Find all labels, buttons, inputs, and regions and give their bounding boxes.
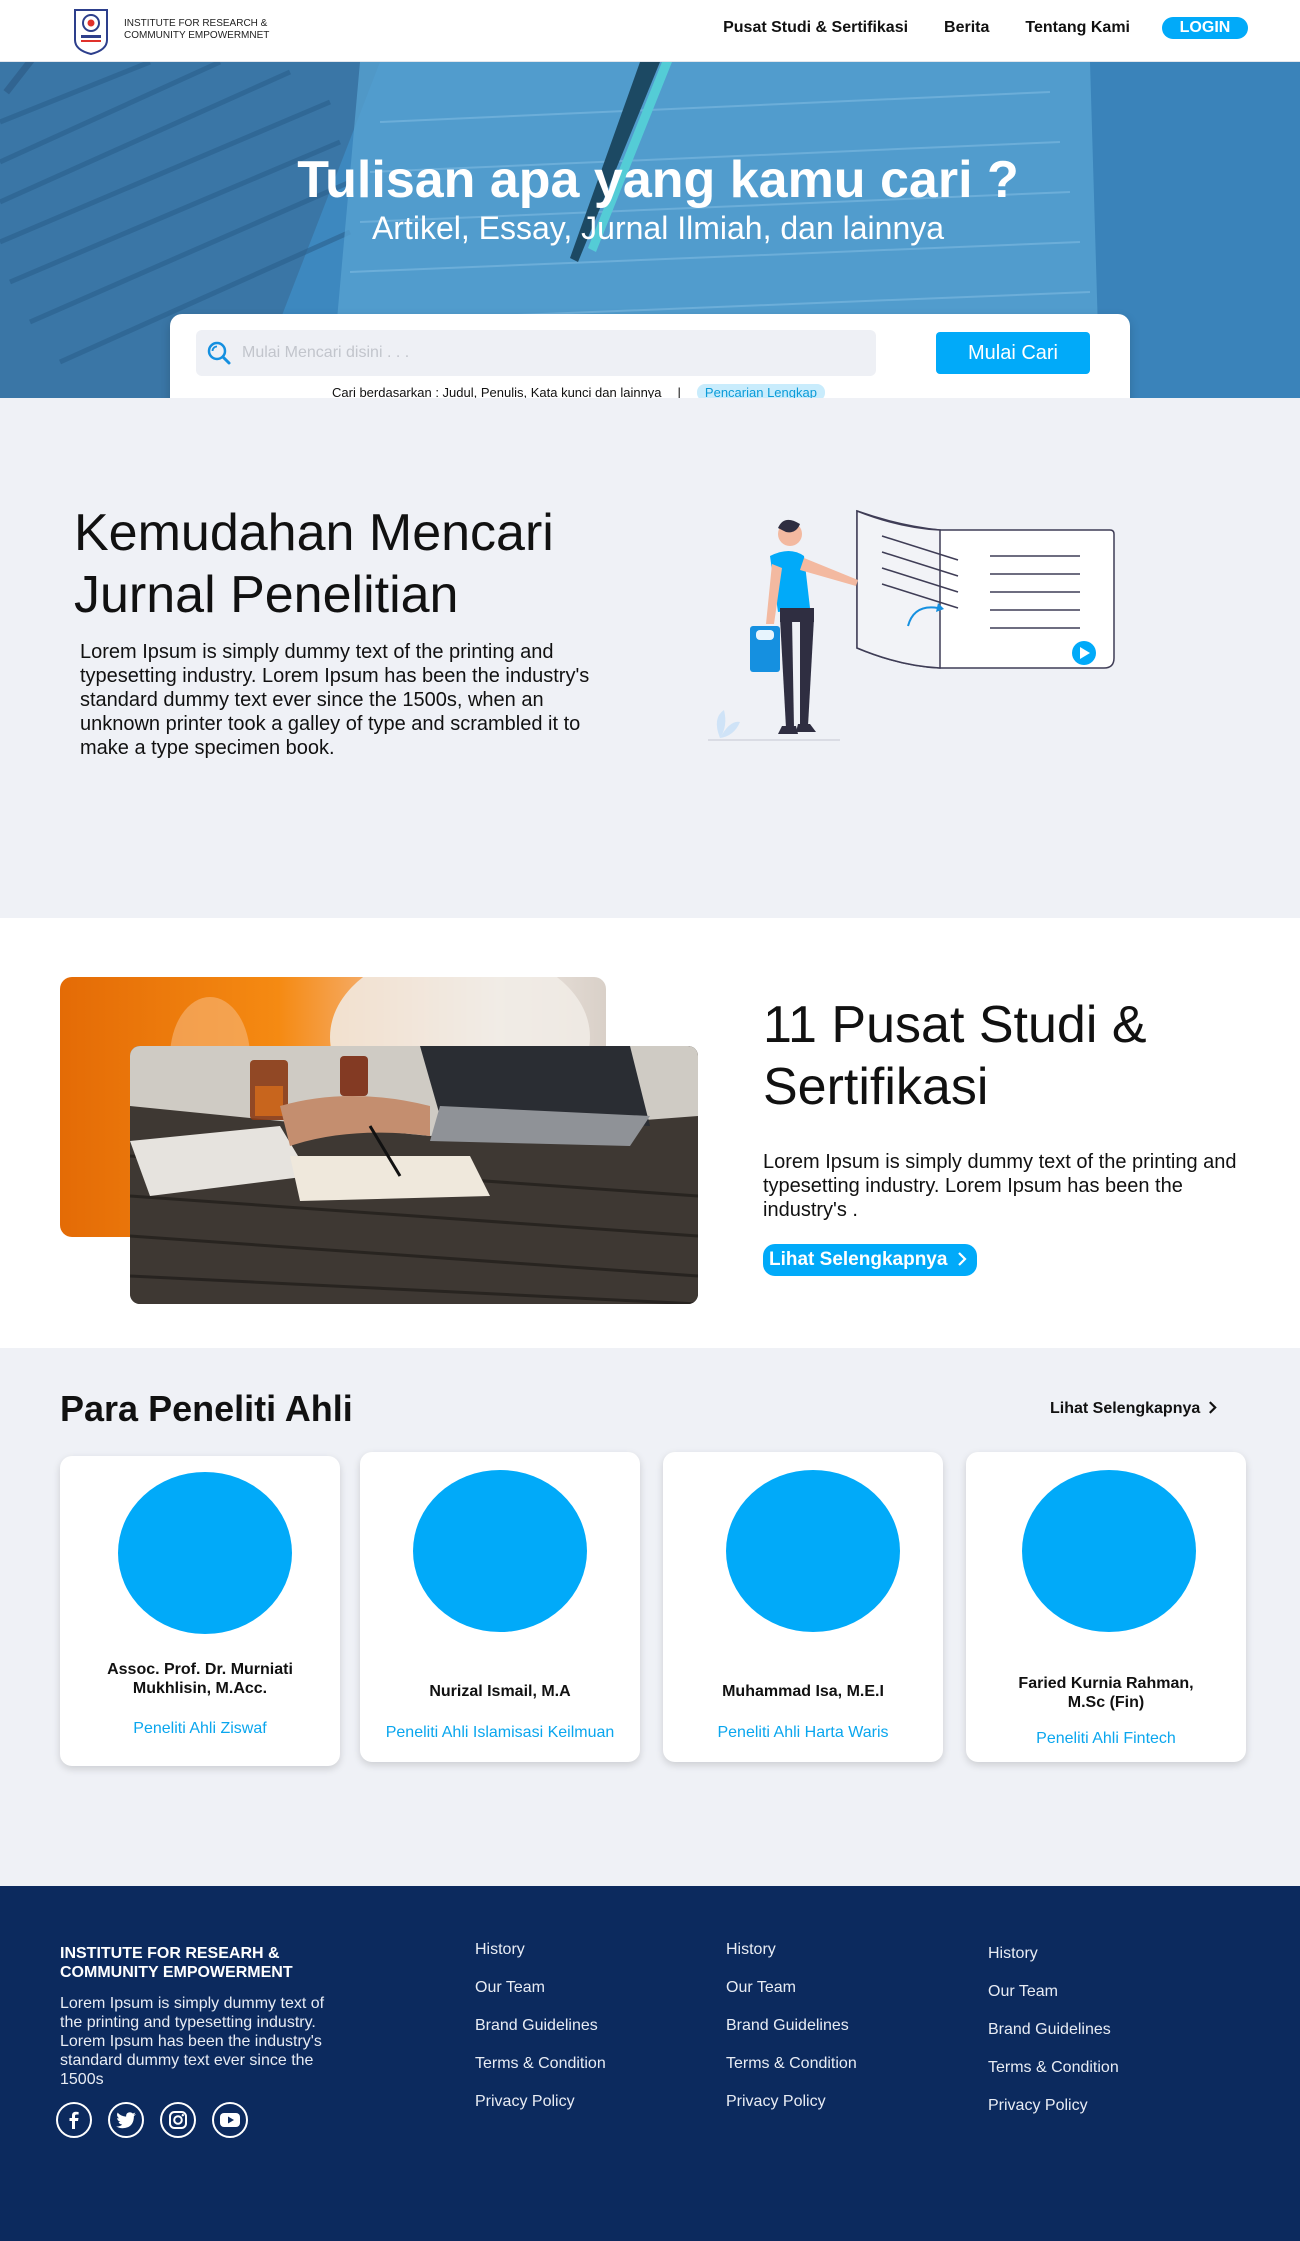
footer-link-brand-guidelines[interactable]: Brand Guidelines	[988, 2020, 1119, 2058]
footer-column-3: History Our Team Brand Guidelines Terms …	[988, 1944, 1119, 2134]
researchers-see-all-link[interactable]: Lihat Selengkapnya	[1050, 1400, 1217, 1418]
chevron-right-icon	[1208, 1401, 1217, 1414]
feature-title: Kemudahan Mencari Jurnal Penelitian	[74, 504, 554, 624]
instagram-icon[interactable]	[160, 2102, 196, 2138]
brand-name: INSTITUTE FOR RESEARCH & COMMUNITY EMPOW…	[124, 18, 270, 41]
researcher-card[interactable]: Muhammad Isa, M.E.I Peneliti Ahli Harta …	[663, 1452, 943, 1762]
nav-link-tentang-kami[interactable]: Tentang Kami	[1025, 17, 1130, 39]
footer-link-history[interactable]: History	[475, 1940, 606, 1978]
researcher-name: Muhammad Isa, M.E.I	[722, 1683, 884, 1700]
nav-links: Pusat Studi & Sertifikasi Berita Tentang…	[687, 17, 1248, 39]
researcher-role[interactable]: Peneliti Ahli Islamisasi Keilmuan	[370, 1724, 630, 1742]
researcher-role[interactable]: Peneliti Ahli Fintech	[976, 1730, 1236, 1748]
avatar	[1022, 1470, 1196, 1632]
footer-link-brand-guidelines[interactable]: Brand Guidelines	[726, 2016, 857, 2054]
login-button[interactable]: LOGIN	[1162, 17, 1248, 39]
hero-title: Tulisan apa yang kamu cari ?	[297, 151, 1019, 209]
feature-text: Lorem Ipsum is simply dummy text of the …	[80, 641, 590, 759]
footer-link-our-team[interactable]: Our Team	[475, 1978, 606, 2016]
nav-link-pusat-studi[interactable]: Pusat Studi & Sertifikasi	[723, 17, 908, 39]
search-icon[interactable]	[206, 340, 232, 366]
avatar	[118, 1472, 292, 1634]
search-button[interactable]: Mulai Cari	[936, 332, 1090, 374]
studies-more-button[interactable]: Lihat Selengkapnya	[763, 1244, 977, 1276]
researcher-role[interactable]: Peneliti Ahli Harta Waris	[673, 1724, 933, 1742]
see-all-label: Lihat Selengkapnya	[1050, 1400, 1201, 1417]
avatar	[726, 1470, 900, 1632]
researcher-role[interactable]: Peneliti Ahli Ziswaf	[70, 1720, 330, 1738]
footer-link-privacy[interactable]: Privacy Policy	[475, 2092, 606, 2130]
twitter-glyph	[116, 2112, 136, 2129]
nav-link-berita[interactable]: Berita	[944, 17, 989, 39]
chevron-right-icon	[957, 1252, 967, 1266]
footer-link-history[interactable]: History	[988, 1944, 1119, 1982]
studies-text: Lorem Ipsum is simply dummy text of the …	[763, 1151, 1237, 1221]
institute-logo[interactable]	[72, 6, 110, 56]
researchers-section: Para Peneliti Ahli Lihat Selengkapnya As…	[0, 1348, 1300, 1886]
youtube-icon[interactable]	[212, 2102, 248, 2138]
studies-title: 11 Pusat Studi & Sertifikasi	[763, 996, 1147, 1116]
studies-more-label: Lihat Selengkapnya	[769, 1249, 948, 1270]
search-field[interactable]	[196, 330, 876, 376]
researcher-card[interactable]: Nurizal Ismail, M.A Peneliti Ahli Islami…	[360, 1452, 640, 1762]
instagram-glyph	[169, 2111, 187, 2129]
feature-section: Kemudahan Mencari Jurnal Penelitian Lore…	[0, 398, 1300, 918]
footer-link-privacy[interactable]: Privacy Policy	[726, 2092, 857, 2130]
hero-subtitle: Artikel, Essay, Jurnal Ilmiah, dan lainn…	[371, 210, 945, 246]
footer-link-terms[interactable]: Terms & Condition	[988, 2058, 1119, 2096]
twitter-icon[interactable]	[108, 2102, 144, 2138]
search-card: Mulai Cari Cari berdasarkan : Judul, Pen…	[170, 314, 1130, 410]
footer-link-terms[interactable]: Terms & Condition	[726, 2054, 857, 2092]
footer-column-1: History Our Team Brand Guidelines Terms …	[475, 1940, 606, 2130]
researchers-title: Para Peneliti Ahli	[60, 1388, 353, 1429]
reading-illustration	[708, 509, 1115, 741]
studies-photo-front-scene	[130, 1046, 698, 1304]
footer-link-privacy[interactable]: Privacy Policy	[988, 2096, 1119, 2134]
footer-link-our-team[interactable]: Our Team	[726, 1978, 857, 2016]
navbar: INSTITUTE FOR RESEARCH & COMMUNITY EMPOW…	[0, 0, 1300, 62]
social-links	[56, 2102, 264, 2138]
footer-link-our-team[interactable]: Our Team	[988, 1982, 1119, 2020]
researcher-card[interactable]: Assoc. Prof. Dr. Murniati Mukhlisin, M.A…	[60, 1456, 340, 1766]
footer-column-2: History Our Team Brand Guidelines Terms …	[726, 1940, 857, 2130]
studies-section: 11 Pusat Studi & Sertifikasi Lorem Ipsum…	[0, 918, 1300, 1348]
facebook-icon[interactable]	[56, 2102, 92, 2138]
search-input[interactable]	[242, 330, 862, 376]
researcher-name: Faried Kurnia Rahman, M.Sc (Fin)	[1018, 1675, 1194, 1711]
facebook-glyph	[69, 2111, 79, 2129]
footer-link-brand-guidelines[interactable]: Brand Guidelines	[475, 2016, 606, 2054]
footer-title: INSTITUTE FOR RESEARH & COMMUNITY EMPOWE…	[60, 1945, 293, 1981]
studies-photo-front	[130, 1046, 698, 1304]
researcher-name: Nurizal Ismail, M.A	[429, 1683, 571, 1700]
footer: INSTITUTE FOR RESEARH & COMMUNITY EMPOWE…	[0, 1886, 1300, 2241]
youtube-glyph	[220, 2113, 240, 2127]
researcher-name: Assoc. Prof. Dr. Murniati Mukhlisin, M.A…	[107, 1661, 293, 1697]
avatar	[413, 1470, 587, 1632]
researcher-card[interactable]: Faried Kurnia Rahman, M.Sc (Fin) Penelit…	[966, 1452, 1246, 1762]
footer-link-terms[interactable]: Terms & Condition	[475, 2054, 606, 2092]
footer-link-history[interactable]: History	[726, 1940, 857, 1978]
footer-description: Lorem Ipsum is simply dummy text of the …	[60, 1995, 325, 2088]
